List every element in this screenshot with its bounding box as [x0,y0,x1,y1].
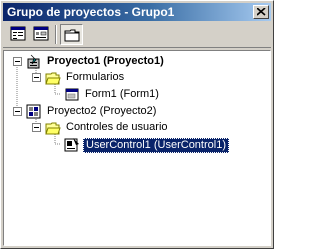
project-ocx-icon [26,104,41,119]
toolbar-separator [55,25,57,44]
folder-open-icon [45,72,61,85]
tree-node-label: UserControl1 (UserControl1) [83,138,229,153]
project-explorer-window: Grupo de proyectos - Grupo1 Proyecto1 (P… [0,0,274,249]
title-bar[interactable]: Grupo de proyectos - Grupo1 [3,3,271,21]
toggle-folders-button[interactable] [60,24,83,45]
view-code-button[interactable] [7,24,30,45]
usercontrol-icon [64,138,79,152]
folder-open-icon [45,122,61,135]
project-tree[interactable]: Proyecto1 (Proyecto1) Formularios Form1 … [3,50,271,246]
form-icon [65,88,79,101]
expander-proyecto1[interactable] [13,57,22,66]
tree-node-label: Controles de usuario [66,121,168,133]
tree-node-label: Form1 (Form1) [85,88,159,100]
view-object-button[interactable] [30,24,53,45]
close-button[interactable] [253,5,269,19]
tree-node-label: Formularios [66,71,125,83]
window-title: Grupo de proyectos - Grupo1 [7,5,175,19]
view-object-icon [33,26,49,41]
tree-node-label: Proyecto2 (Proyecto2) [47,105,157,117]
expander-proyecto2[interactable] [13,107,22,116]
toolbar [3,22,271,48]
expander-controles[interactable] [32,123,41,132]
expander-formularios[interactable] [32,73,41,82]
folder-icon [64,29,80,42]
tree-node-label: Proyecto1 (Proyecto1) [47,55,164,67]
view-code-icon [10,26,26,41]
project-exe-icon [27,54,40,69]
close-icon [257,8,266,16]
